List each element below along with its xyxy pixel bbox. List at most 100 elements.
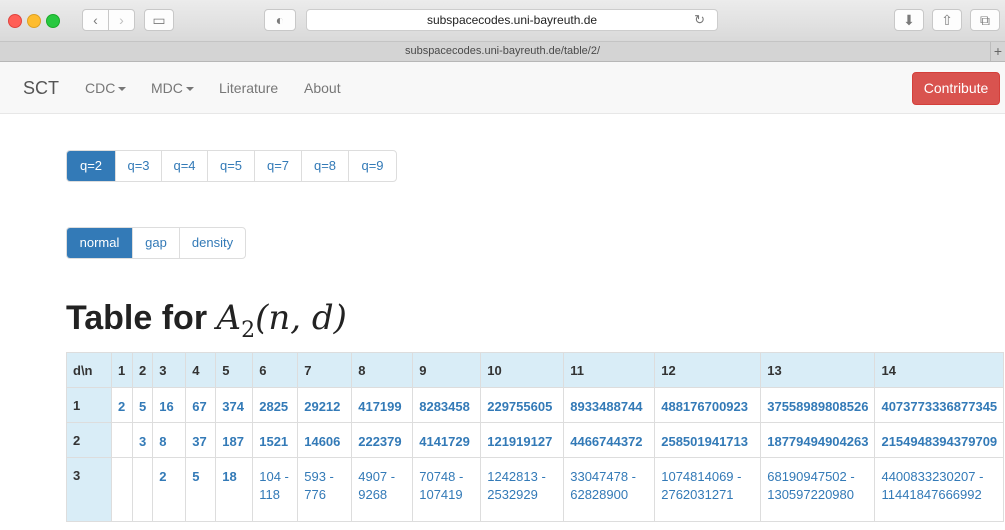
table-cell-link[interactable]: 1521 <box>252 422 299 458</box>
contribute-button[interactable]: Contribute <box>912 72 1000 105</box>
table-cell-link[interactable]: 4466744372 <box>563 422 656 458</box>
table-cell-link[interactable]: 5 <box>131 387 154 423</box>
table-cell-link[interactable]: 29212 <box>297 387 353 423</box>
column-header: 9 <box>412 352 482 388</box>
column-header: 5 <box>215 352 254 388</box>
table-cell-link[interactable]: 33047478 - 62828900 <box>563 457 656 522</box>
column-header: 10 <box>480 352 565 388</box>
q-button-4[interactable]: q=4 <box>161 151 207 181</box>
q-selector: q=2 q=3 q=4 q=5 q=7 q=8 q=9 <box>66 150 397 182</box>
table-cell-link[interactable]: 18 <box>215 457 254 522</box>
table-cell-link[interactable]: 37 <box>185 422 217 458</box>
table-row: 2 3 8 37 187 1521 14606 222379 4141729 1… <box>66 422 1005 458</box>
q-button-3[interactable]: q=3 <box>115 151 161 181</box>
sidebar-icon[interactable]: ▭ <box>144 9 174 31</box>
zoom-window-button[interactable] <box>46 14 60 28</box>
table-cell-link[interactable]: 67 <box>185 387 217 423</box>
forward-icon[interactable]: › <box>108 9 135 31</box>
column-header: 13 <box>760 352 876 388</box>
table-cell-link[interactable]: 37558989808526 <box>760 387 876 423</box>
nav-cdc-label: CDC <box>85 80 116 96</box>
table-cell-link[interactable]: 121919127 <box>480 422 565 458</box>
column-header: 7 <box>297 352 353 388</box>
column-header: 14 <box>874 352 1005 388</box>
table-cell-link[interactable]: 417199 <box>351 387 414 423</box>
table-cell-link[interactable]: 3 <box>131 422 154 458</box>
site-navbar: SCT CDC MDC Literature About Contribute <box>0 62 1005 114</box>
table-cell-link[interactable]: 4400833230207 - 11441847666992 <box>874 457 1005 522</box>
corner-header: d\n <box>66 352 112 388</box>
back-icon[interactable]: ‹ <box>82 9 109 31</box>
table-cell-link[interactable]: 70748 - 107419 <box>412 457 482 522</box>
brand-link[interactable]: SCT <box>23 78 59 99</box>
table-cell-link[interactable]: 8283458 <box>412 387 482 423</box>
table-cell-link[interactable]: 16 <box>152 387 187 423</box>
row-header: 1 <box>66 387 112 423</box>
minimize-window-button[interactable] <box>27 14 41 28</box>
table-cell-link[interactable]: 1242813 - 2532929 <box>480 457 565 522</box>
q-button-9[interactable]: q=9 <box>348 151 396 181</box>
new-tab-icon[interactable]: + <box>990 42 1005 61</box>
table-cell-link[interactable]: 14606 <box>297 422 353 458</box>
table-cell-link[interactable]: 187 <box>215 422 254 458</box>
nav-literature-link[interactable]: Literature <box>219 80 278 96</box>
table-cell-link[interactable]: 8933488744 <box>563 387 656 423</box>
close-window-button[interactable] <box>8 14 22 28</box>
privacy-icon[interactable]: ◐ <box>264 9 296 31</box>
column-header: 12 <box>654 352 762 388</box>
table-row: 1 2 5 16 67 374 2825 29212 417199 828345… <box>66 387 1005 423</box>
q-button-8[interactable]: q=8 <box>301 151 348 181</box>
title-subscript: 2 <box>241 317 256 343</box>
mode-density-button[interactable]: density <box>179 228 245 258</box>
table-cell-link[interactable]: 1074814069 - 2762031271 <box>654 457 762 522</box>
browser-tab[interactable]: subspacecodes.uni-bayreuth.de/table/2/ + <box>0 42 1005 62</box>
table-cell-link[interactable]: 258501941713 <box>654 422 762 458</box>
download-icon[interactable]: ⬇ <box>894 9 924 31</box>
nav-mdc-label: MDC <box>151 80 183 96</box>
nav-about-link[interactable]: About <box>304 80 341 96</box>
title-formula: A2(n, d) <box>217 298 347 343</box>
tabs-overview-icon[interactable]: ⧉ <box>970 9 1000 31</box>
table-cell-link[interactable]: 488176700923 <box>654 387 762 423</box>
table-cell-link[interactable]: 2 <box>152 457 187 522</box>
column-header: 11 <box>563 352 656 388</box>
table-cell-link[interactable]: 222379 <box>351 422 414 458</box>
nav-cdc-dropdown[interactable]: CDC <box>85 80 127 96</box>
q-button-7[interactable]: q=7 <box>254 151 301 181</box>
table-cell-link[interactable]: 8 <box>152 422 187 458</box>
table-cell-link[interactable]: 4073773336877345 <box>874 387 1005 423</box>
reload-icon[interactable]: ↻ <box>694 10 705 30</box>
table-cell-link[interactable]: 68190947502 - 130597220980 <box>760 457 876 522</box>
table-cell-empty <box>111 422 133 458</box>
table-cell-link[interactable]: 374 <box>215 387 254 423</box>
nav-mdc-dropdown[interactable]: MDC <box>151 80 194 96</box>
title-prefix: Table for <box>66 299 208 337</box>
mode-normal-button[interactable]: normal <box>67 228 132 258</box>
table-cell-link[interactable]: 4141729 <box>412 422 482 458</box>
mode-selector: normal gap density <box>66 227 246 259</box>
tab-title: subspacecodes.uni-bayreuth.de/table/2/ <box>404 45 601 57</box>
table-row: 3 2 5 18 104 - 118 593 - 776 4907 - 9268… <box>66 457 1005 522</box>
address-bar[interactable]: subspacecodes.uni-bayreuth.de ↻ <box>306 9 718 31</box>
table-cell-link[interactable]: 229755605 <box>480 387 565 423</box>
q-button-2[interactable]: q=2 <box>67 151 115 181</box>
table-cell-link[interactable]: 2825 <box>252 387 299 423</box>
q-button-5[interactable]: q=5 <box>207 151 254 181</box>
table-cell-link[interactable]: 18779494904263 <box>760 422 876 458</box>
table-cell-link[interactable]: 2154948394379709 <box>874 422 1005 458</box>
mode-gap-button[interactable]: gap <box>132 228 179 258</box>
column-header: 8 <box>351 352 414 388</box>
codes-table: d\n 1 2 3 4 5 6 7 8 9 10 11 12 13 14 1 2… <box>66 352 1005 522</box>
caret-down-icon <box>118 87 127 92</box>
caret-down-icon <box>185 87 194 92</box>
column-header: 4 <box>185 352 217 388</box>
table-cell-link[interactable]: 593 - 776 <box>297 457 353 522</box>
table-cell-link[interactable]: 4907 - 9268 <box>351 457 414 522</box>
browser-toolbar: ‹ › ▭ ◐ subspacecodes.uni-bayreuth.de ↻ … <box>0 0 1005 42</box>
table-cell-link[interactable]: 5 <box>185 457 217 522</box>
table-cell-link[interactable]: 2 <box>111 387 133 423</box>
share-icon[interactable]: ⇧ <box>932 9 962 31</box>
table-cell-link[interactable]: 104 - 118 <box>252 457 299 522</box>
row-header: 3 <box>66 457 112 522</box>
page-title: Table for A2(n, d) <box>66 298 347 343</box>
